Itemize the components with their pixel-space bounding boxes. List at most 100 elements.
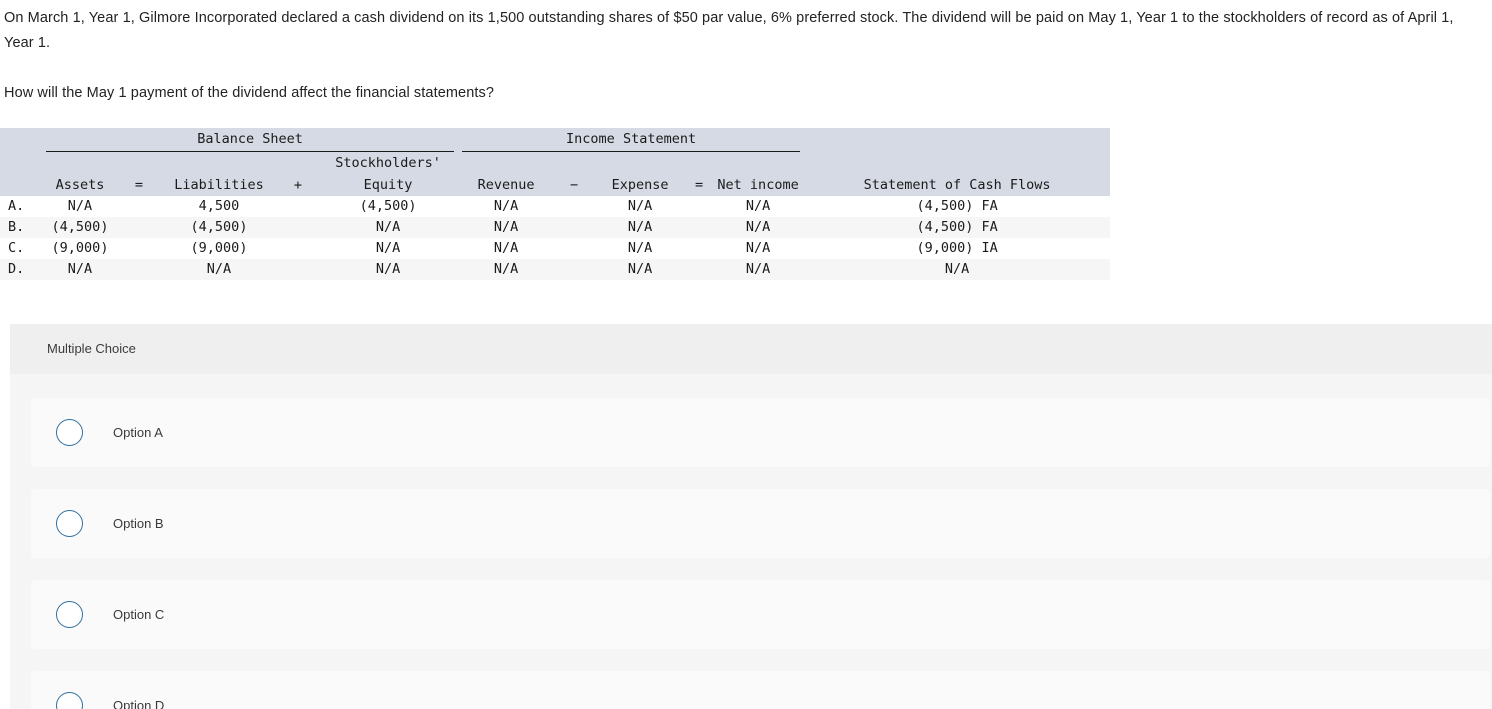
cell-expense: N/A (594, 196, 687, 217)
cell-liabilities: (9,000) (160, 238, 278, 259)
financial-statements-table-wrapper: Balance Sheet Income Statement Stockhold… (0, 128, 1111, 280)
question-type-label: Multiple Choice (10, 324, 1492, 374)
answer-panel: Multiple Choice Option A Option B Option… (10, 324, 1492, 709)
column-header-statement-of-cash-flows: Statement of Cash Flows (804, 174, 1111, 196)
column-header-revenue: Revenue (458, 174, 555, 196)
subheader-stockholders: Stockholders' (318, 152, 459, 174)
cell-cash-flows: (4,500) FA (804, 196, 1111, 217)
financial-statements-effect-table: Balance Sheet Income Statement Stockhold… (0, 128, 1111, 280)
cell-cash-flows: (9,000) IA (804, 238, 1111, 259)
subheader-spacer-4 (160, 152, 278, 174)
radio-button-icon-c[interactable] (56, 601, 83, 628)
cell-expense: N/A (594, 217, 687, 238)
subheader-spacer-3 (118, 152, 160, 174)
cell-revenue: N/A (458, 217, 555, 238)
question-prompt-paragraph: How will the May 1 payment of the divide… (4, 85, 495, 101)
cell-assets: (9,000) (42, 238, 118, 259)
column-header-equals-1: = (118, 174, 160, 196)
row-letter: B. (0, 217, 42, 238)
column-header-letter (0, 174, 42, 196)
table-row: A. N/A 4,500 (4,500) N/A N/A N/A (4,500)… (0, 196, 1111, 217)
cell-cash-flows: N/A (804, 259, 1111, 280)
subheader-spacer-2 (42, 152, 118, 174)
cell-net-income: N/A (712, 196, 805, 217)
table-row: D. N/A N/A N/A N/A N/A N/A N/A (0, 259, 1111, 280)
cell-eq1 (118, 217, 160, 238)
subheader-spacer-1 (0, 152, 42, 174)
column-header-equals-2: = (686, 174, 713, 196)
column-header-minus: − (554, 174, 595, 196)
cell-expense: N/A (594, 238, 687, 259)
cell-net-income: N/A (712, 238, 805, 259)
cell-eq1 (118, 196, 160, 217)
column-header-assets: Assets (42, 174, 118, 196)
cell-liabilities: N/A (160, 259, 278, 280)
row-letter: A. (0, 196, 42, 217)
option-row-c[interactable]: Option C (31, 580, 1490, 649)
cell-eq2 (686, 259, 713, 280)
subheader-spacer-5 (278, 152, 318, 174)
column-header-net-income: Net income (712, 174, 805, 196)
cell-plus (278, 238, 318, 259)
option-row-a[interactable]: Option A (31, 398, 1490, 467)
group-header-balance-sheet: Balance Sheet (42, 128, 459, 152)
cell-revenue: N/A (458, 259, 555, 280)
row-letter: C. (0, 238, 42, 259)
table-subheader-row: Stockholders' (0, 152, 1111, 174)
cell-liabilities: 4,500 (160, 196, 278, 217)
income-statement-underline (462, 151, 801, 152)
options-list: Option A Option B Option C Option D (10, 374, 1492, 709)
group-header-income-statement: Income Statement (458, 128, 805, 152)
subheader-spacer-11 (804, 152, 1111, 174)
group-header-balance-sheet-label: Balance Sheet (197, 131, 303, 147)
cell-minus (554, 196, 595, 217)
table-group-header-row: Balance Sheet Income Statement (0, 128, 1111, 152)
cell-assets: N/A (42, 259, 118, 280)
cell-minus (554, 259, 595, 280)
option-label-d: Option D (113, 698, 165, 709)
table-row: B. (4,500) (4,500) N/A N/A N/A N/A (4,50… (0, 217, 1111, 238)
balance-sheet-underline (46, 151, 455, 152)
cell-net-income: N/A (712, 217, 805, 238)
table-column-header-row: Assets = Liabilities + Equity Revenue − … (0, 174, 1111, 196)
cell-eq2 (686, 238, 713, 259)
table-row: C. (9,000) (9,000) N/A N/A N/A N/A (9,00… (0, 238, 1111, 259)
option-row-b[interactable]: Option B (31, 489, 1490, 558)
cell-plus (278, 196, 318, 217)
cell-eq1 (118, 238, 160, 259)
radio-button-icon-d[interactable] (56, 692, 83, 709)
column-header-liabilities: Liabilities (160, 174, 278, 196)
cell-minus (554, 217, 595, 238)
subheader-spacer-7 (554, 152, 595, 174)
cell-plus (278, 217, 318, 238)
subheader-spacer-6 (458, 152, 555, 174)
cell-equity: N/A (318, 259, 459, 280)
cell-equity: N/A (318, 217, 459, 238)
option-label-a: Option A (113, 425, 163, 440)
subheader-spacer-10 (712, 152, 805, 174)
cell-expense: N/A (594, 259, 687, 280)
cell-minus (554, 238, 595, 259)
cell-eq2 (686, 217, 713, 238)
cell-eq2 (686, 196, 713, 217)
column-header-plus: + (278, 174, 318, 196)
option-label-b: Option B (113, 516, 164, 531)
cell-eq1 (118, 259, 160, 280)
cell-revenue: N/A (458, 196, 555, 217)
row-letter: D. (0, 259, 42, 280)
cell-liabilities: (4,500) (160, 217, 278, 238)
radio-button-icon-b[interactable] (56, 510, 83, 537)
column-header-expense: Expense (594, 174, 687, 196)
subheader-spacer-8 (594, 152, 687, 174)
cell-net-income: N/A (712, 259, 805, 280)
subheader-spacer-9 (686, 152, 713, 174)
cell-revenue: N/A (458, 238, 555, 259)
column-header-equity: Equity (318, 174, 459, 196)
cell-plus (278, 259, 318, 280)
cell-equity: N/A (318, 238, 459, 259)
cell-equity: (4,500) (318, 196, 459, 217)
option-row-d[interactable]: Option D (31, 671, 1490, 709)
radio-button-icon-a[interactable] (56, 419, 83, 446)
group-header-spacer-left (0, 128, 42, 152)
cell-assets: (4,500) (42, 217, 118, 238)
